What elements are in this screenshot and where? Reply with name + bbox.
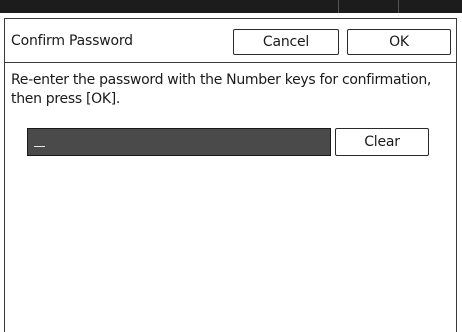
- clear-button[interactable]: Clear: [335, 128, 429, 156]
- instruction-text: Re-enter the password with the Number ke…: [11, 71, 451, 109]
- text-cursor: [34, 146, 45, 147]
- ok-button[interactable]: OK: [347, 29, 451, 55]
- instruction-line: then press [OK].: [11, 91, 121, 107]
- dialog-title: Confirm Password: [11, 33, 133, 49]
- password-input[interactable]: [27, 128, 331, 156]
- dialog-panel: Confirm Password Cancel OK Re-enter the …: [4, 18, 457, 332]
- bezel-divider: [338, 0, 339, 13]
- instruction-line: Re-enter the password with the Number ke…: [11, 72, 432, 88]
- top-bezel: [0, 0, 462, 13]
- confirm-password-screen: Confirm Password Cancel OK Re-enter the …: [0, 0, 462, 332]
- bezel-divider: [398, 0, 399, 13]
- cancel-button[interactable]: Cancel: [233, 29, 339, 55]
- dialog-header: Confirm Password Cancel OK: [5, 19, 456, 63]
